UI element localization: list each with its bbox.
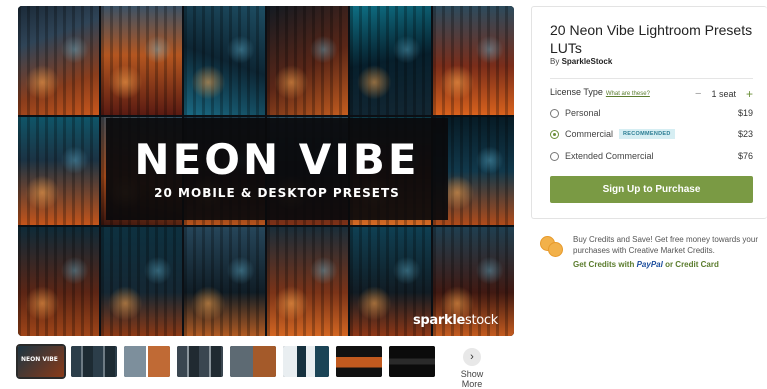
collage-tile: [101, 6, 182, 115]
collage-tile: [267, 6, 348, 115]
license-option-name: Extended Commercial: [565, 151, 654, 161]
license-option-personal[interactable]: Personal $19: [550, 106, 753, 120]
show-more-label: Show More: [460, 369, 484, 389]
brand-rest: stock: [465, 313, 498, 328]
thumbnail-label: NEON VIBE: [21, 356, 58, 363]
brand-bold: sparkle: [412, 313, 465, 328]
license-option-price: $23: [737, 129, 753, 139]
collage-tile: [101, 227, 182, 336]
credits-link-suffix: or Credit Card: [665, 260, 719, 269]
license-option-name: Commercial: [565, 129, 614, 139]
collage-tile: [433, 6, 514, 115]
product-page: NEON VIBE 20 MOBILE & DESKTOP PRESETS sp…: [0, 0, 767, 389]
collage-tile: [184, 6, 265, 115]
collage-tile: [267, 227, 348, 336]
divider: [550, 78, 753, 79]
title-banner: NEON VIBE 20 MOBILE & DESKTOP PRESETS: [106, 118, 448, 220]
show-more-button[interactable]: › Show More: [450, 348, 494, 389]
thumbnail[interactable]: [336, 346, 382, 377]
hero-subheadline: 20 MOBILE & DESKTOP PRESETS: [154, 186, 400, 200]
thumbnail[interactable]: NEON VIBE: [16, 344, 66, 379]
license-option-name: Personal: [565, 108, 601, 118]
license-option-extended[interactable]: Extended Commercial $76: [550, 149, 753, 163]
collage-tile: [18, 6, 99, 115]
purchase-panel: 20 Neon Vibe Lightroom Presets LUTs By S…: [531, 6, 767, 219]
license-option-price: $76: [737, 151, 753, 161]
license-option-commercial[interactable]: Commercial RECOMMENDED $23: [550, 127, 753, 141]
thumbnail[interactable]: [177, 346, 223, 377]
coins-icon: [540, 236, 564, 258]
increase-seat-button[interactable]: +: [746, 87, 753, 101]
author-link[interactable]: SparkleStock: [562, 57, 613, 66]
seat-count: 1 seat: [711, 89, 736, 99]
license-type-label: License Type What are these?: [550, 87, 650, 97]
radio-button[interactable]: [550, 151, 559, 161]
watermark-logo: sparklestock: [413, 313, 498, 328]
by-prefix: By: [550, 57, 560, 66]
thumbnail-strip: NEON VIBE: [16, 344, 435, 379]
thumbnail[interactable]: [71, 346, 117, 377]
preview-image[interactable]: NEON VIBE 20 MOBILE & DESKTOP PRESETS sp…: [18, 6, 514, 336]
thumbnail[interactable]: [389, 346, 435, 377]
thumbnail[interactable]: [283, 346, 329, 377]
decrease-seat-button[interactable]: −: [695, 88, 701, 100]
thumbnail[interactable]: [230, 346, 276, 377]
collage-tile: [18, 227, 99, 336]
collage-tile: [184, 227, 265, 336]
seat-stepper: − 1 seat +: [695, 87, 753, 101]
paypal-logo: PayPal: [636, 260, 663, 269]
sign-up-to-purchase-button[interactable]: Sign Up to Purchase: [550, 176, 753, 203]
license-help-link[interactable]: What are these?: [606, 91, 650, 97]
author-byline: By SparkleStock: [550, 57, 612, 66]
hero-headline: NEON VIBE: [134, 135, 420, 184]
radio-button[interactable]: [550, 108, 559, 118]
radio-button[interactable]: [550, 129, 559, 139]
license-option-price: $19: [737, 108, 753, 118]
credits-link-prefix: Get Credits with: [573, 260, 635, 269]
recommended-badge: RECOMMENDED: [619, 129, 675, 139]
get-credits-link[interactable]: Get Credits with PayPal or Credit Card: [573, 260, 719, 269]
chevron-right-icon: ›: [463, 348, 481, 366]
collage-tile: [18, 116, 99, 226]
product-title: 20 Neon Vibe Lightroom Presets LUTs: [550, 22, 753, 56]
credits-text: Buy Credits and Save! Get free money tow…: [573, 235, 758, 255]
collage-tile: [350, 6, 431, 115]
license-label: License Type: [550, 87, 603, 97]
thumbnail[interactable]: [124, 346, 170, 377]
